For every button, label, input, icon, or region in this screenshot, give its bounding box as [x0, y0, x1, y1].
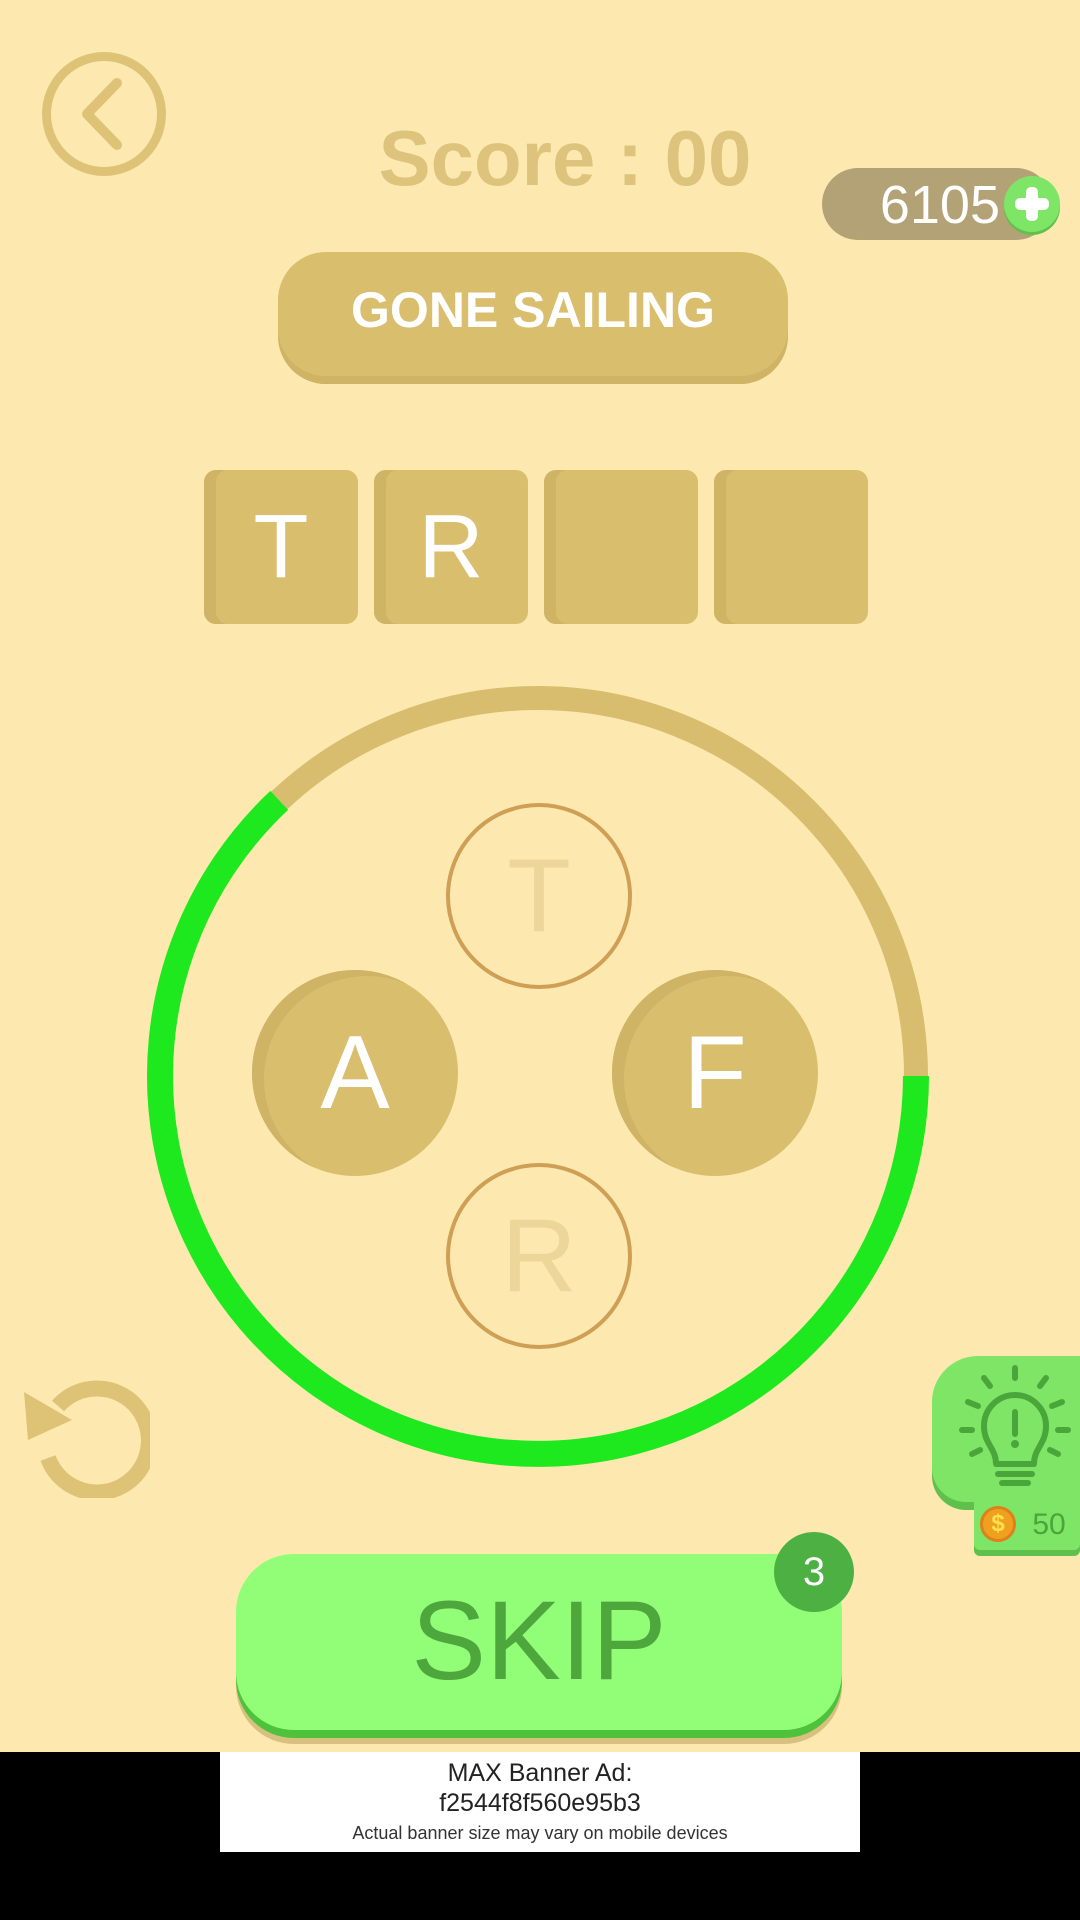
answer-slot-4 [714, 470, 868, 624]
refresh-icon [24, 1380, 157, 1501]
hint-button[interactable] [932, 1356, 1080, 1502]
add-coins-button[interactable] [1004, 176, 1060, 232]
ad-title: MAX Banner Ad: [447, 1759, 633, 1787]
back-button[interactable] [42, 52, 166, 176]
chevron-left-icon [82, 78, 122, 150]
hint-cost-value: 50 [1032, 1508, 1066, 1541]
skip-count-badge: 3 [774, 1532, 854, 1612]
letter-button-bottom[interactable]: R [446, 1163, 632, 1349]
ad-id: f2544f8f560e95b3 [439, 1789, 641, 1817]
letter-button-top[interactable]: T [446, 803, 632, 989]
skip-button[interactable]: SKIP [236, 1554, 842, 1730]
answer-slot-1: T [204, 470, 358, 624]
answer-slot-3 [544, 470, 698, 624]
refresh-button[interactable] [20, 1368, 157, 1501]
lightbulb-icon [959, 1365, 1071, 1486]
category-banner: GONE SAILING [278, 252, 788, 384]
skip-label: SKIP [411, 1577, 667, 1703]
dollar-coin-icon: $ [980, 1506, 1016, 1542]
ad-note: Actual banner size may vary on mobile de… [352, 1823, 728, 1843]
plus-icon [1015, 187, 1049, 221]
letter-button-left[interactable]: A [252, 970, 458, 1176]
banner-ad[interactable]: MAX Banner Ad: f2544f8f560e95b3 Actual b… [220, 1752, 860, 1852]
answer-slot-2: R [374, 470, 528, 624]
score-label: Score : 00 [378, 114, 752, 202]
coins-count: 6105 [879, 175, 1000, 235]
letter-button-right[interactable]: F [612, 970, 818, 1176]
category-label: GONE SAILING [351, 282, 715, 338]
